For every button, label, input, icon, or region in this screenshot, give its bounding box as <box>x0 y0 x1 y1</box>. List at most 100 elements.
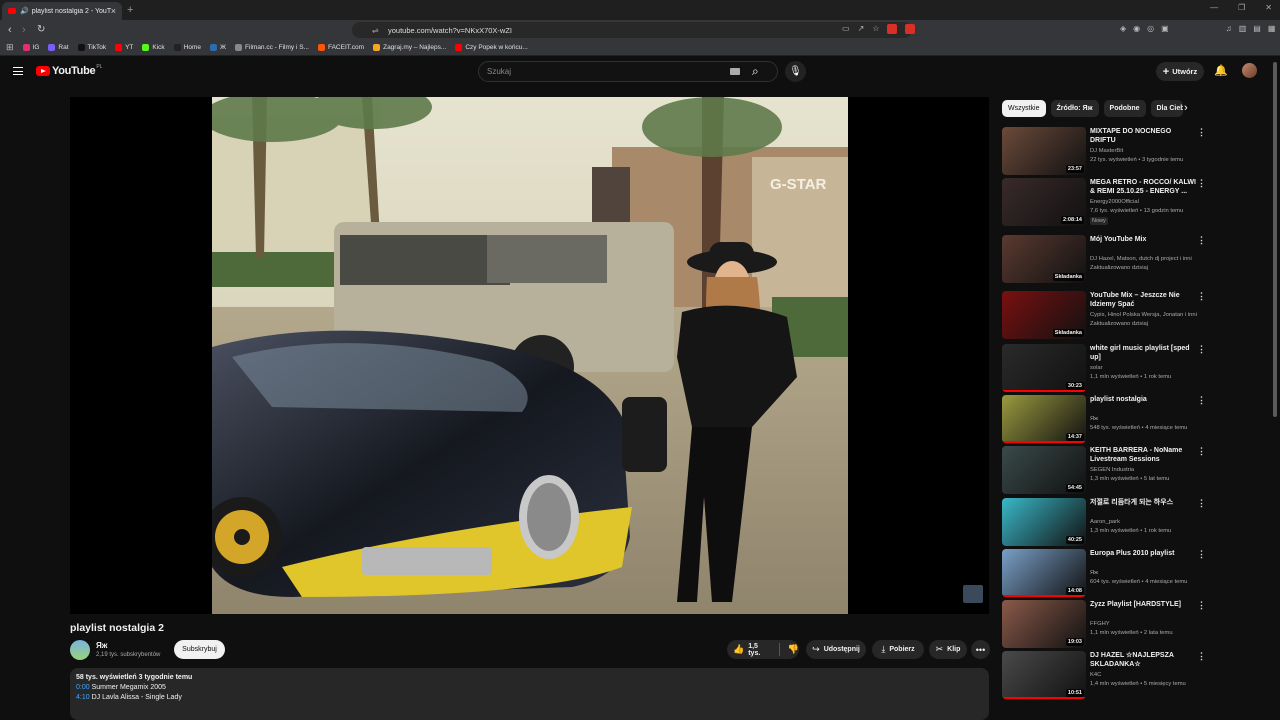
share-button[interactable]: ↪ Udostępnij <box>806 640 866 659</box>
more-vertical-icon[interactable]: ⋮ <box>1197 235 1206 246</box>
recommendation-item[interactable]: Składanka Mój YouTube Mix DJ Hazel, Matson… <box>1002 235 1272 283</box>
microphone-icon[interactable]: 🎙 <box>785 61 806 82</box>
recommendation-channel[interactable]: Яж <box>1090 570 1200 576</box>
recommendation-title[interactable]: MEGA RETRO - ROCCO/ KALWI & REMI 25.10.2… <box>1090 178 1196 196</box>
recommendation-title[interactable]: MIXTAPE DO NOCNEGO DRIFTU <box>1090 127 1196 145</box>
recommendation-item[interactable]: 2:08:14 MEGA RETRO - ROCCO/ KALWI & REMI … <box>1002 178 1272 226</box>
more-vertical-icon[interactable]: ⋮ <box>1197 651 1206 662</box>
recommendation-channel[interactable]: Яж <box>1090 416 1200 422</box>
youtube-logo[interactable]: YouTube PL <box>36 64 102 77</box>
extension-3-icon[interactable]: ◎ <box>1147 24 1154 33</box>
recommendation-channel[interactable]: Cypis, Hinol Polska Wersja, Jonatan i in… <box>1090 312 1200 318</box>
more-vertical-icon[interactable]: ⋮ <box>1197 549 1206 560</box>
browser-tab[interactable]: 🔊 playlist nostalgia 2 - YouTube × <box>2 2 122 20</box>
bookmark-item[interactable]: Filman.cc - Filmy i S... <box>235 44 309 51</box>
more-vertical-icon[interactable]: ⋮ <box>1197 600 1206 611</box>
thumbs-up-icon[interactable]: 👍 <box>733 644 744 655</box>
recommendation-channel[interactable]: K4C <box>1090 672 1200 678</box>
close-tab-icon[interactable]: × <box>111 6 116 16</box>
chevron-right-icon[interactable]: › <box>1184 102 1188 114</box>
recommendation-item[interactable]: 54:45 KEITH BARRERA - NoName Livestream S… <box>1002 446 1272 494</box>
recommendation-title[interactable]: DJ HAZEL ☆NAJLEPSZA SKLADANKA☆ <box>1090 651 1196 669</box>
recommendation-item[interactable]: 40:25 저절로 리듬타게 되는 하우스 Aaron_park 1,3 mln wy… <box>1002 498 1272 546</box>
recommendation-thumbnail[interactable]: 23:57 <box>1002 127 1086 175</box>
address-bar[interactable]: ⇌ youtube.com/watch?v=NKxX70X-wZI <box>352 22 912 38</box>
star-icon[interactable]: ☆ <box>872 24 879 34</box>
recommendation-thumbnail[interactable]: 14:37 <box>1002 395 1086 443</box>
more-vertical-icon[interactable]: ⋮ <box>1197 178 1206 189</box>
recommendation-channel[interactable]: DJ Hazel, Matson, dutch dj project i inn… <box>1090 256 1200 262</box>
new-tab-icon[interactable]: + <box>127 4 133 16</box>
more-vertical-icon[interactable]: ⋮ <box>1197 446 1206 457</box>
bookmark-item[interactable]: YT <box>115 44 133 51</box>
recommendation-item[interactable]: 10:51 DJ HAZEL ☆NAJLEPSZA SKLADANKA☆ K4C 1,… <box>1002 651 1272 699</box>
recommendation-item[interactable]: 19:03 Zyzz Playlist [HARDSTYLE] FFGHY 1,1 m… <box>1002 600 1272 648</box>
recommendation-item[interactable]: 23:57 MIXTAPE DO NOCNEGO DRIFTU DJ MasterB… <box>1002 127 1272 175</box>
cast-icon[interactable]: ▭ <box>842 24 850 34</box>
description-box[interactable]: 58 tys. wyświetleń 3 tygodnie temu 0:00 … <box>70 668 989 720</box>
more-vertical-icon[interactable]: ⋮ <box>1197 291 1206 302</box>
bookmark-item[interactable]: Home <box>173 44 201 51</box>
bookmark-item[interactable]: TikTok <box>77 44 106 51</box>
thumbs-down-icon[interactable]: 👎 <box>788 644 799 655</box>
recommendation-title[interactable]: 저절로 리듬타게 되는 하우스 <box>1090 498 1196 507</box>
recommendation-title[interactable]: Mój YouTube Mix <box>1090 235 1196 244</box>
minimize-icon[interactable]: — <box>1210 3 1218 12</box>
recommendation-channel[interactable]: FFGHY <box>1090 621 1200 627</box>
search-icon[interactable]: ⌕ <box>752 64 759 79</box>
page-scrollbar[interactable] <box>1273 62 1277 417</box>
chip-from-channel[interactable]: Źródło: Яж <box>1050 100 1099 117</box>
recommendation-title[interactable]: Zyzz Playlist [HARDSTYLE] <box>1090 600 1196 609</box>
recommendation-item[interactable]: 30:23 white girl music playlist [sped up]… <box>1002 344 1272 392</box>
more-vertical-icon[interactable]: ⋮ <box>1197 127 1206 138</box>
user-avatar[interactable] <box>1242 63 1257 78</box>
recommendation-channel[interactable]: solar <box>1090 365 1200 371</box>
screenshot-icon[interactable]: ▦ <box>1268 24 1276 33</box>
extension-1-icon[interactable]: ◈ <box>1120 24 1126 33</box>
bookmark-item[interactable]: IG <box>22 44 39 51</box>
recommendation-thumbnail[interactable]: 54:45 <box>1002 446 1086 494</box>
channel-avatar[interactable] <box>70 640 90 660</box>
recommendation-thumbnail[interactable]: 19:03 <box>1002 600 1086 648</box>
bookmark-item[interactable]: Kick <box>142 44 165 51</box>
recommendation-thumbnail[interactable]: 40:25 <box>1002 498 1086 546</box>
clip-button[interactable]: ✂ Klip <box>929 640 967 659</box>
bookmark-item[interactable]: Ж <box>210 44 226 51</box>
recommendation-title[interactable]: white girl music playlist [sped up] <box>1090 344 1196 362</box>
recommendation-thumbnail[interactable]: 14:08 <box>1002 549 1086 597</box>
recommendation-item[interactable]: Składanka YouTube Mix – Jeszcze Nie Idzie… <box>1002 291 1272 339</box>
brave-shield-icon[interactable] <box>887 24 898 34</box>
channel-name[interactable]: Яж <box>96 641 107 650</box>
channel-watermark-icon[interactable] <box>963 585 983 603</box>
recommendation-channel[interactable]: Aaron_park <box>1090 519 1200 525</box>
hamburger-menu-icon[interactable] <box>13 67 23 75</box>
recommendation-title[interactable]: Europa Plus 2010 playlist <box>1090 549 1196 558</box>
bookmark-item[interactable]: Rat <box>48 44 69 51</box>
more-vertical-icon[interactable]: ⋮ <box>1197 395 1206 406</box>
keyboard-icon[interactable] <box>730 68 740 75</box>
close-window-icon[interactable]: ✕ <box>1265 3 1272 12</box>
reload-icon[interactable]: ↻ <box>37 23 45 37</box>
wallet-icon[interactable]: ▤ <box>1253 24 1261 33</box>
sidebar-icon[interactable]: ▥ <box>1239 24 1247 33</box>
video-player[interactable]: G-STAR <box>70 97 989 614</box>
recommendation-thumbnail[interactable]: Składanka <box>1002 235 1086 283</box>
maximize-icon[interactable]: ❐ <box>1238 3 1245 12</box>
recommendation-title[interactable]: YouTube Mix – Jeszcze Nie Idziemy Spać <box>1090 291 1196 309</box>
like-count[interactable]: 1,5 tys. <box>748 643 771 657</box>
recommendation-thumbnail[interactable]: 2:08:14 <box>1002 178 1086 226</box>
chip-all[interactable]: Wszystkie <box>1002 100 1046 117</box>
create-button[interactable]: + Utwórz <box>1156 62 1204 81</box>
speaker-icon[interactable]: 🔊 <box>20 7 29 15</box>
recommendation-channel[interactable]: SEGEN Industria <box>1090 467 1200 473</box>
brave-rewards-icon[interactable] <box>905 24 916 34</box>
recommendation-title[interactable]: playlist nostalgia <box>1090 395 1196 404</box>
timestamp-link[interactable]: 4:10 <box>76 694 90 701</box>
extension-4-icon[interactable]: ▣ <box>1161 24 1169 33</box>
music-icon[interactable]: ♫ <box>1226 24 1232 33</box>
bookmark-item[interactable]: Czy Popek w końcu... <box>455 44 528 51</box>
notifications-bell-icon[interactable]: 🔔 <box>1214 64 1228 77</box>
recommendation-channel[interactable]: Energy2000Official <box>1090 199 1200 205</box>
bookmark-item[interactable]: FACEIT.com <box>317 44 364 51</box>
timestamp-link[interactable]: 0:00 <box>76 684 90 691</box>
